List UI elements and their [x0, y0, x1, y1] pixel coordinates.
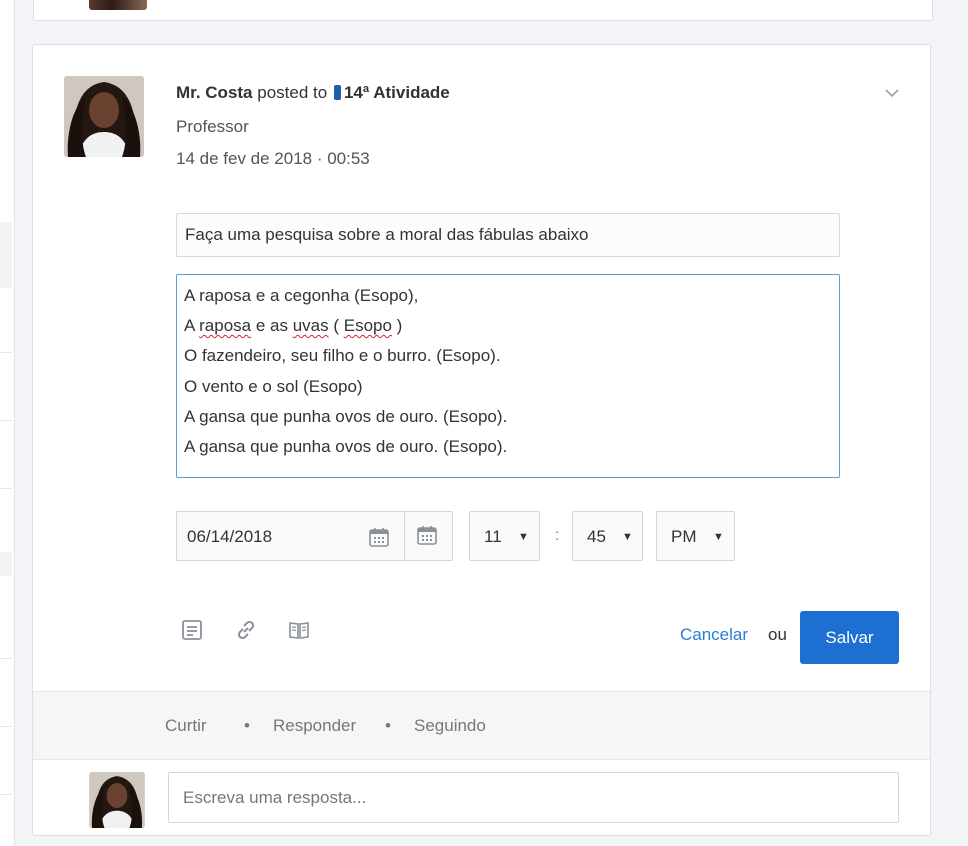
post-actions-bar: Curtir • Responder • Seguindo — [33, 691, 930, 760]
text-segment: A — [184, 316, 200, 336]
avatar — [89, 772, 145, 828]
hour-value: 11 — [484, 527, 502, 546]
following-link[interactable]: Seguindo — [414, 716, 486, 736]
or-text: ou — [768, 625, 787, 644]
previous-post-card — [33, 0, 933, 21]
caret-down-icon: ▼ — [713, 531, 724, 543]
post-card: Mr. Costa posted to 14ª Atividade Profes… — [32, 44, 931, 836]
due-date-input[interactable]: 06/14/2018 — [176, 511, 453, 561]
avatar-image — [89, 772, 145, 828]
avatar-image — [64, 76, 144, 157]
save-button[interactable]: Salvar — [800, 611, 899, 664]
sidebar-divider — [0, 420, 12, 421]
calendar-icon[interactable] — [367, 525, 391, 549]
title-input[interactable]: Faça uma pesquisa sobre a moral das fábu… — [176, 213, 840, 257]
text-segment: ( — [328, 316, 344, 336]
body-line: A gansa que punha ovos de ouro. (Esopo). — [184, 406, 508, 426]
caret-down-icon: ▼ — [622, 531, 633, 543]
body-line: O fazendeiro, seu filho e o burro. (Esop… — [184, 346, 501, 366]
sidebar-divider — [0, 488, 12, 489]
group-badge-icon — [333, 85, 341, 100]
separator-dot: • — [244, 716, 250, 735]
sidebar-divider — [0, 658, 12, 659]
left-sidebar-edge — [0, 0, 15, 846]
body-line: A gansa que punha ovos de ouro. (Esopo). — [184, 437, 508, 457]
book-icon[interactable] — [287, 618, 311, 642]
sidebar-divider — [0, 726, 12, 727]
minute-value: 45 — [587, 527, 606, 546]
sidebar-shade — [0, 222, 12, 288]
post-timestamp[interactable]: 14 de fev de 2018 · 00:53 — [176, 149, 370, 169]
sidebar-divider — [0, 352, 12, 353]
avatar — [89, 0, 147, 10]
calendar-icon[interactable] — [415, 523, 439, 547]
like-link[interactable]: Curtir — [165, 716, 207, 736]
note-icon[interactable] — [180, 618, 204, 642]
ampm-value: PM — [671, 527, 697, 546]
sidebar-divider — [0, 794, 12, 795]
sidebar-shade — [0, 552, 12, 576]
reply-input[interactable] — [168, 772, 899, 823]
body-line: O vento e o sol (Esopo) — [184, 376, 363, 396]
caret-down-icon: ▼ — [518, 531, 529, 543]
misspelled-word: uvas — [292, 316, 329, 336]
author-role: Professor — [176, 117, 249, 136]
ampm-select[interactable]: PM ▼ — [656, 511, 735, 561]
divider — [404, 512, 405, 560]
chevron-down-icon[interactable] — [884, 87, 900, 99]
minute-select[interactable]: 45 ▼ — [572, 511, 643, 561]
link-icon[interactable] — [234, 618, 258, 642]
body-line: A raposa e a cegonha (Esopo), — [184, 286, 419, 305]
post-header: Mr. Costa posted to 14ª Atividade — [176, 83, 450, 103]
due-date-value: 06/14/2018 — [187, 527, 273, 546]
text-segment: e as — [251, 316, 293, 336]
cancel-link[interactable]: Cancelar — [680, 625, 748, 645]
body-line: A raposa e as uvas ( Esopo ) — [184, 311, 832, 341]
group-name[interactable]: 14ª Atividade — [344, 83, 450, 102]
reply-link[interactable]: Responder — [273, 716, 356, 736]
text-segment: ) — [391, 316, 403, 336]
separator-dot: • — [385, 716, 391, 735]
misspelled-word: Esopo — [343, 316, 392, 336]
misspelled-word: raposa — [199, 316, 252, 336]
author-avatar[interactable] — [64, 76, 144, 157]
posted-to-text: posted to — [257, 83, 328, 102]
time-separator: : — [555, 527, 560, 544]
body-textarea[interactable]: A raposa e a cegonha (Esopo), A raposa e… — [176, 274, 840, 478]
author-name[interactable]: Mr. Costa — [176, 83, 253, 102]
hour-select[interactable]: 11 ▼ — [469, 511, 540, 561]
